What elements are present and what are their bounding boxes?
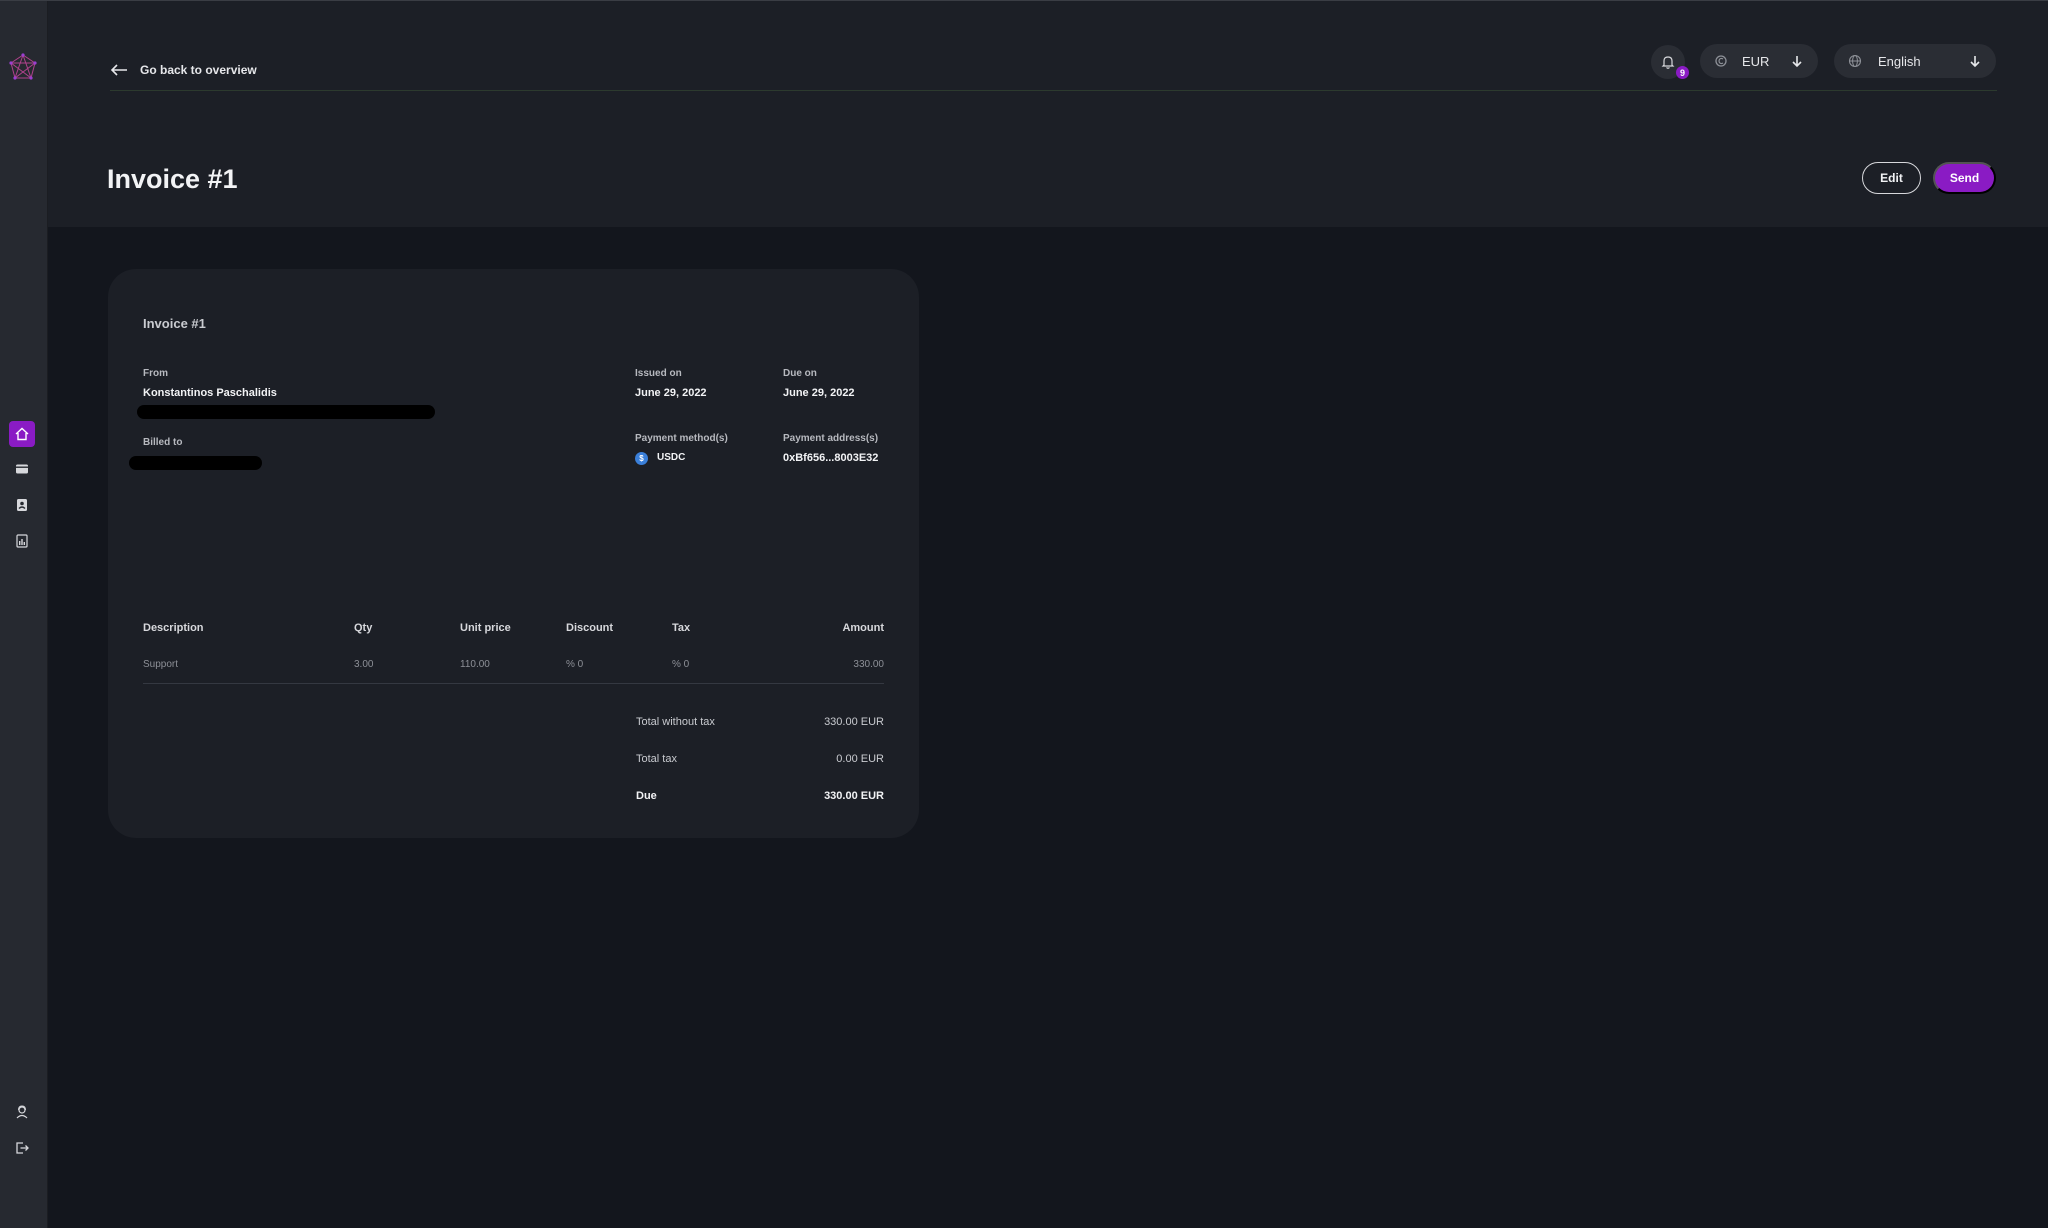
language-value: English xyxy=(1878,53,1921,69)
sidebar xyxy=(0,1,48,1228)
due-on-value: June 29, 2022 xyxy=(783,387,855,399)
item-qty: 3.00 xyxy=(354,659,374,670)
item-description: Support xyxy=(143,659,179,670)
globe-icon xyxy=(1848,54,1862,68)
sidebar-item-contacts[interactable] xyxy=(9,492,35,518)
network-logo-icon[interactable] xyxy=(8,52,38,82)
chevron-down-icon xyxy=(1792,56,1802,68)
currency-value: EUR xyxy=(1742,53,1770,69)
home-icon xyxy=(15,427,29,441)
logout-icon xyxy=(16,1142,29,1154)
currency-icon xyxy=(1715,55,1727,67)
billed-to-label: Billed to xyxy=(143,437,183,448)
total-tax-label: Total tax xyxy=(636,753,677,765)
due-total-label: Due xyxy=(636,790,657,802)
issued-on-value: June 29, 2022 xyxy=(635,387,707,399)
invoice-card: Invoice #1 From Konstantinos Paschalidis… xyxy=(108,269,919,838)
from-label: From xyxy=(143,368,168,379)
sidebar-item-reports[interactable] xyxy=(9,528,35,554)
item-amount: 330.00 xyxy=(853,659,884,670)
item-discount: % 0 xyxy=(566,659,584,670)
payment-method-label: Payment method(s) xyxy=(635,433,728,444)
support-agent-icon xyxy=(16,1105,28,1119)
app-root: Go back to overview 9 EUR English Invoic… xyxy=(0,0,2048,1228)
column-header-qty: Qty xyxy=(354,622,373,634)
payment-method-value: USDC xyxy=(657,452,686,463)
item-tax: % 0 xyxy=(672,659,690,670)
language-select[interactable]: English xyxy=(1834,44,1996,78)
table-divider xyxy=(143,683,884,684)
edit-button[interactable]: Edit xyxy=(1862,162,1921,194)
invoice-card-title: Invoice #1 xyxy=(143,316,206,331)
due-on-label: Due on xyxy=(783,368,817,379)
redacted-from-address xyxy=(137,405,435,419)
wallet-icon xyxy=(16,464,28,474)
back-to-overview-link[interactable]: Go back to overview xyxy=(110,63,257,77)
column-header-amount: Amount xyxy=(842,622,884,634)
contacts-icon xyxy=(17,499,27,511)
sidebar-item-home[interactable] xyxy=(9,421,35,447)
page-header xyxy=(48,1,2048,227)
item-unit-price: 110.00 xyxy=(460,659,490,670)
redacted-billed-to xyxy=(129,456,262,470)
column-header-description: Description xyxy=(143,622,204,634)
arrow-left-icon xyxy=(110,64,127,76)
currency-select[interactable]: EUR xyxy=(1700,44,1818,78)
payment-address-value: 0xBf656...8003E32 xyxy=(783,452,879,464)
due-total-value: 330.00 EUR xyxy=(824,790,884,802)
bell-icon xyxy=(1661,56,1675,69)
total-without-tax-value: 330.00 EUR xyxy=(824,716,884,728)
usdc-token-icon: $ xyxy=(635,452,648,465)
total-without-tax-label: Total without tax xyxy=(636,716,715,728)
header-divider xyxy=(110,90,1997,91)
payment-address-label: Payment address(s) xyxy=(783,433,879,444)
page-title: Invoice #1 xyxy=(107,164,238,194)
sidebar-item-wallet[interactable] xyxy=(9,456,35,482)
column-header-unit-price: Unit price xyxy=(460,622,511,634)
column-header-discount: Discount xyxy=(566,622,614,634)
chevron-down-icon xyxy=(1970,56,1980,68)
back-link-label: Go back to overview xyxy=(140,63,257,77)
sidebar-item-logout[interactable] xyxy=(9,1135,35,1161)
issued-on-label: Issued on xyxy=(635,368,682,379)
column-header-tax: Tax xyxy=(672,622,691,634)
from-name: Konstantinos Paschalidis xyxy=(143,387,277,399)
send-button[interactable]: Send xyxy=(1933,162,1996,194)
total-tax-value: 0.00 EUR xyxy=(836,753,884,765)
report-icon xyxy=(16,534,28,548)
sidebar-item-support[interactable] xyxy=(9,1099,35,1125)
notification-count-badge: 9 xyxy=(1676,66,1689,79)
